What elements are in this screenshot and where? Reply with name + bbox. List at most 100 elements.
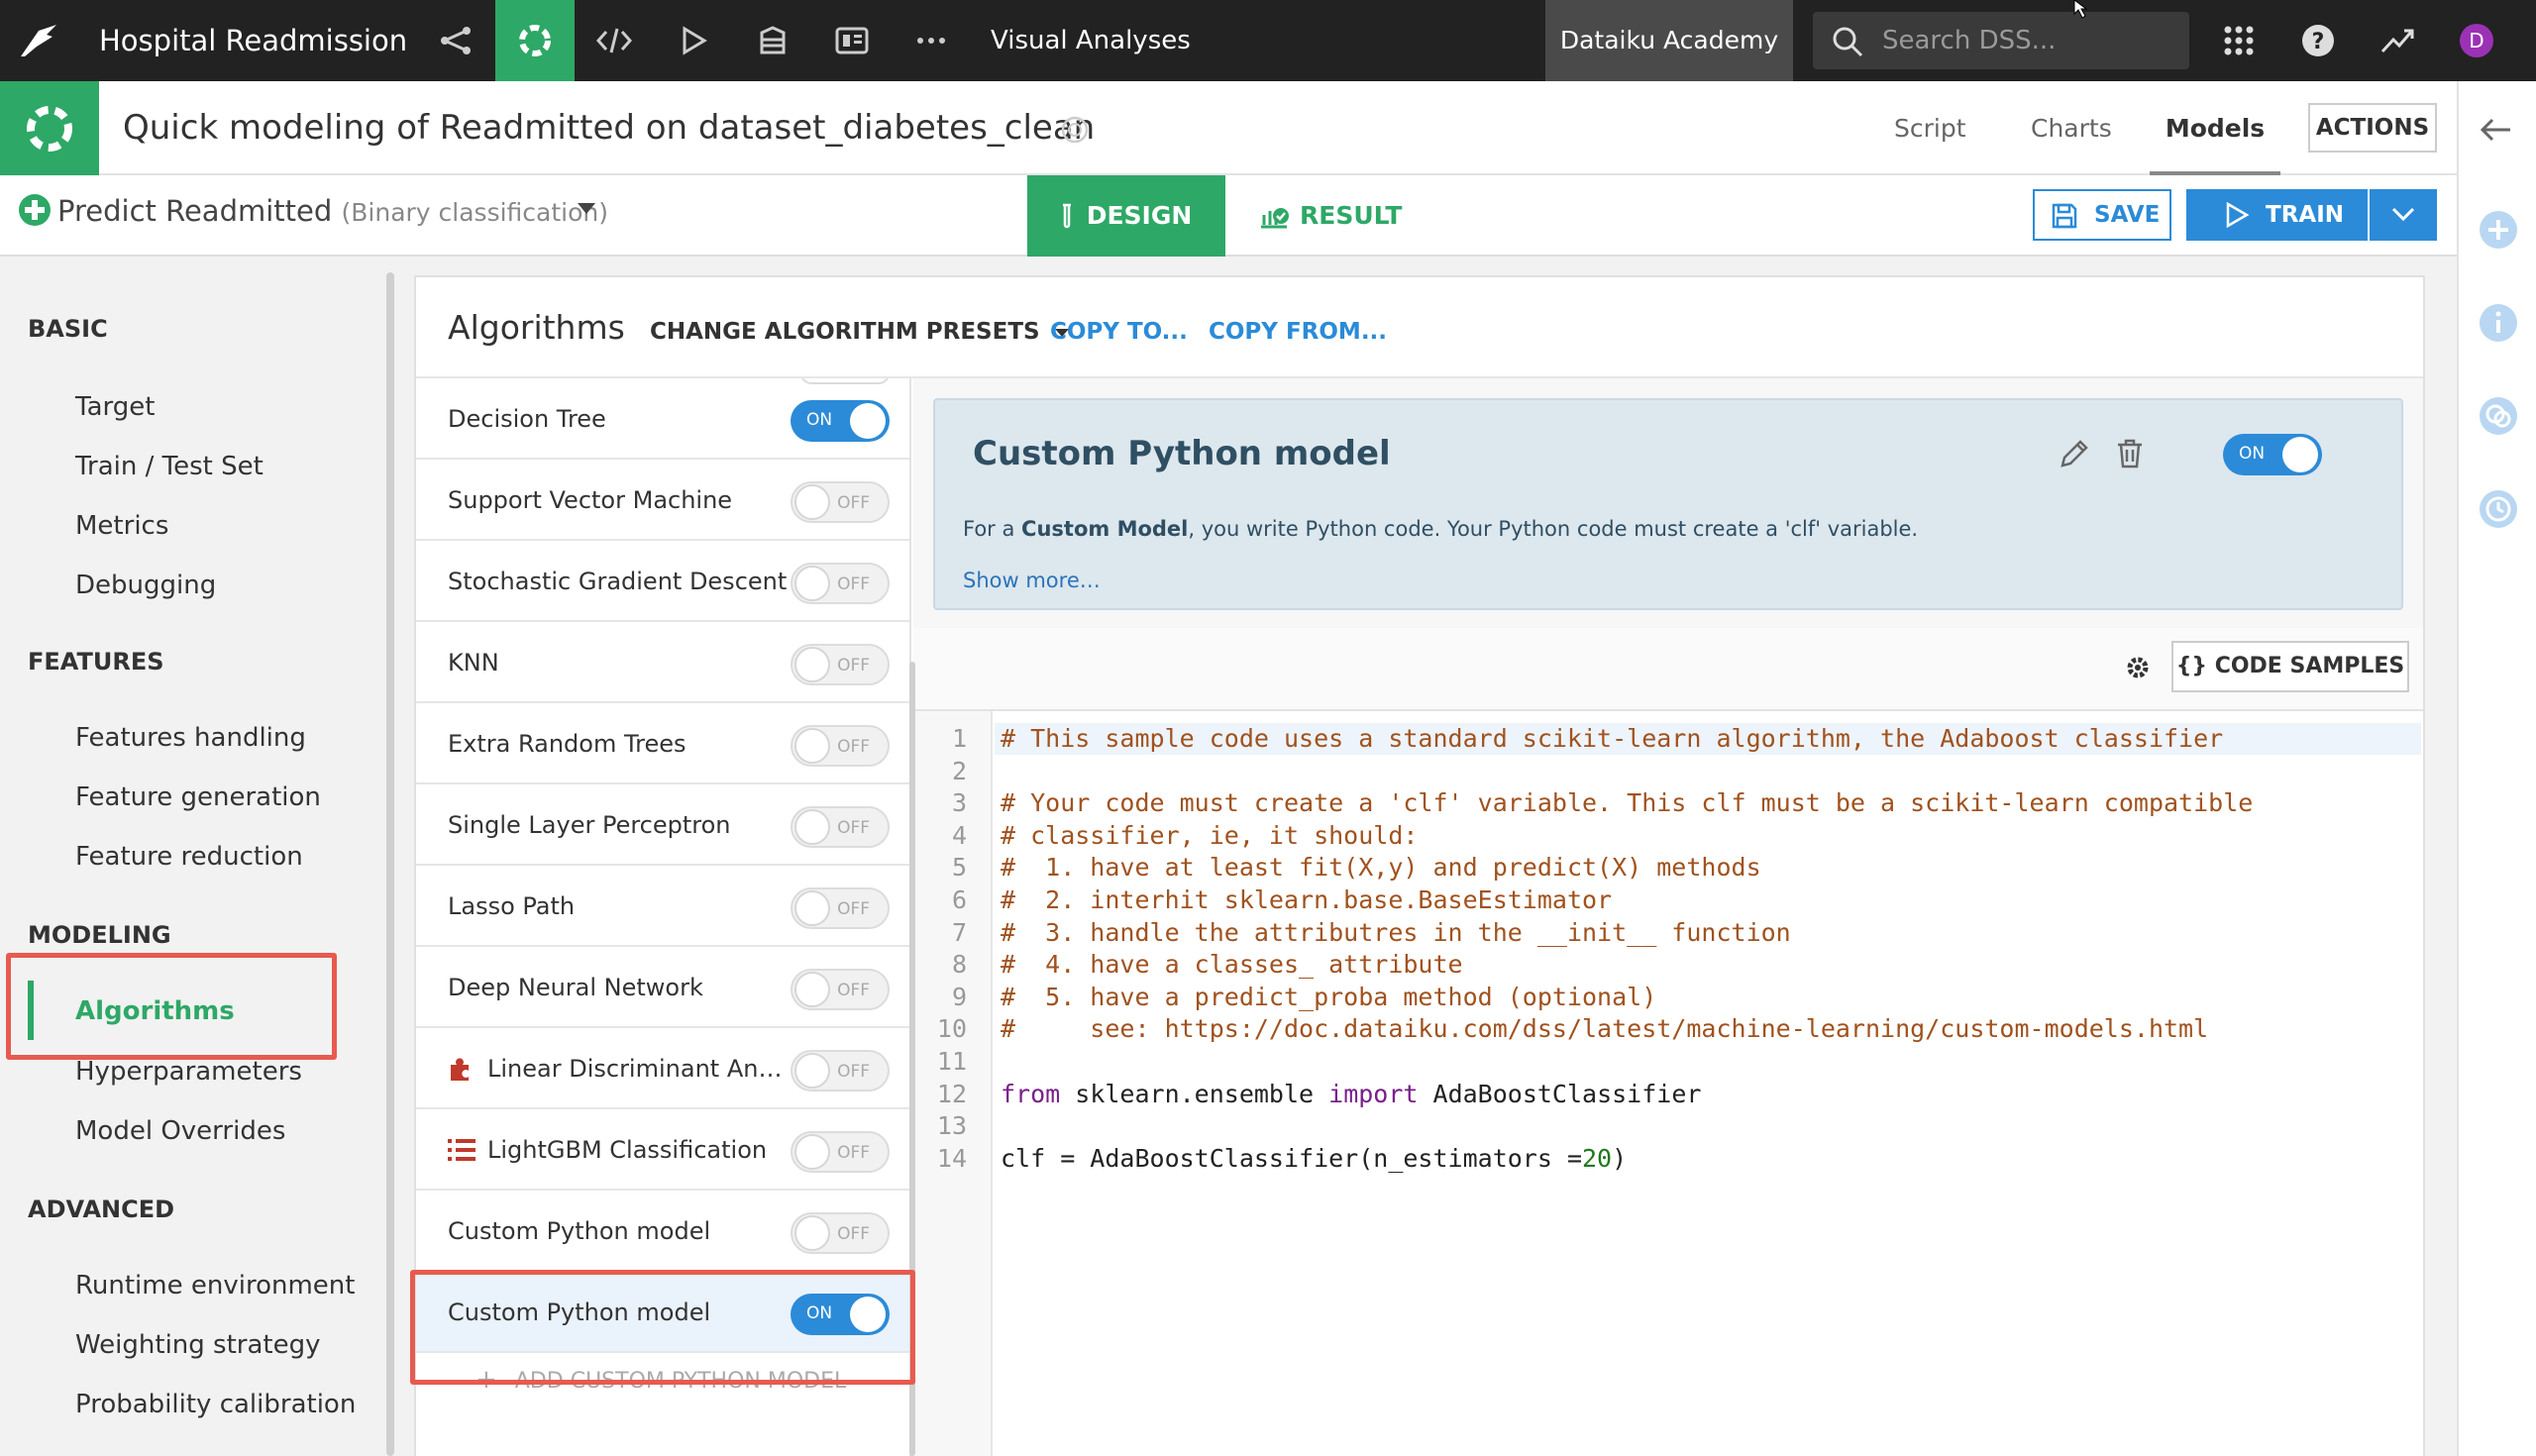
- task-selector[interactable]: Predict Readmitted (Binary classificatio…: [57, 175, 608, 247]
- sidebar-scrollbar[interactable]: [386, 272, 394, 1456]
- code-line[interactable]: clf = AdaBoostClassifier(n_estimators =2…: [1001, 1143, 1627, 1175]
- project-name[interactable]: Hospital Readmission: [99, 0, 407, 81]
- code-line[interactable]: # 1. have at least fit(X,y) and predict(…: [1001, 852, 1761, 884]
- change-presets-dropdown[interactable]: CHANGE ALGORITHM PRESETS: [650, 277, 1070, 386]
- list-item[interactable]: Single Layer Perceptron OFF: [416, 784, 909, 866]
- search-icon: [1831, 25, 1864, 58]
- code-icon[interactable]: [575, 0, 654, 81]
- info-icon[interactable]: [2479, 303, 2518, 343]
- algorithm-toggle[interactable]: OFF: [791, 644, 890, 685]
- sidebar-item-probability-calibration[interactable]: Probability calibration: [75, 1390, 356, 1419]
- sidebar-item-target[interactable]: Target: [75, 392, 155, 422]
- show-more-link[interactable]: Show more…: [963, 569, 1101, 592]
- history-icon[interactable]: [2479, 489, 2518, 529]
- tab-charts[interactable]: Charts: [2031, 81, 2112, 175]
- avatar[interactable]: D: [2437, 0, 2516, 81]
- tab-design[interactable]: DESIGN: [1027, 175, 1225, 257]
- sidebar-item-feature-generation[interactable]: Feature generation: [75, 782, 321, 812]
- run-icon[interactable]: [654, 0, 733, 81]
- dataiku-bird-logo-icon[interactable]: [0, 0, 79, 81]
- section-advanced: ADVANCED: [28, 1196, 175, 1223]
- code-line[interactable]: # 4. have a classes_ attribute: [1001, 949, 1463, 981]
- code-line[interactable]: # 3. handle the attributres in the __ini…: [1001, 917, 1791, 949]
- algorithm-enable-toggle[interactable]: ON: [2223, 434, 2322, 475]
- trending-icon[interactable]: [2358, 0, 2437, 81]
- algorithm-info-box: Custom Python model ON For a Custom Mode…: [933, 398, 2403, 610]
- flow-icon[interactable]: [416, 0, 495, 81]
- algorithm-toggle[interactable]: OFF: [791, 969, 890, 1010]
- sidebar-item-runtime-environment[interactable]: Runtime environment: [75, 1271, 355, 1300]
- code-line[interactable]: from sklearn.ensemble import AdaBoostCla…: [1001, 1079, 1701, 1110]
- algorithm-toggle[interactable]: OFF: [791, 1212, 890, 1254]
- algorithm-toggle[interactable]: OFF: [791, 1131, 890, 1173]
- algorithm-toggle[interactable]: OFF: [791, 1050, 890, 1092]
- code-line[interactable]: # classifier, ie, it should:: [1001, 820, 1418, 852]
- list-item[interactable]: Decision Tree ON: [416, 378, 909, 460]
- sidebar-item-weighting-strategy[interactable]: Weighting strategy: [75, 1330, 321, 1360]
- sidebar-item-hyperparameters[interactable]: Hyperparameters: [75, 1057, 302, 1087]
- section-modeling: MODELING: [28, 921, 171, 949]
- code-line[interactable]: # This sample code uses a standard sciki…: [1001, 723, 2223, 755]
- list-item[interactable]: KNN OFF: [416, 622, 909, 703]
- algorithm-toggle[interactable]: OFF: [791, 806, 890, 848]
- code-line[interactable]: # see: https://doc.dataiku.com/dss/lates…: [1001, 1013, 2208, 1045]
- list-item[interactable]: Support Vector Machine OFF: [416, 460, 909, 541]
- gear-icon[interactable]: [2124, 654, 2152, 681]
- code-line[interactable]: # 5. have a predict_proba method (option…: [1001, 982, 1656, 1013]
- algorithm-title: Custom Python model: [973, 434, 1391, 473]
- algorithm-toggle[interactable]: OFF: [791, 481, 890, 523]
- sidebar-item-debugging[interactable]: Debugging: [75, 571, 216, 600]
- tab-models[interactable]: Models: [2150, 81, 2280, 175]
- help-icon[interactable]: ?: [2278, 0, 2358, 81]
- list-item[interactable]: Custom Python model OFF: [416, 1191, 909, 1272]
- code-toolbar: {} CODE SAMPLES: [913, 628, 2423, 709]
- train-button[interactable]: TRAIN: [2186, 189, 2368, 241]
- line-number: 1: [951, 724, 967, 753]
- search-box[interactable]: [1813, 12, 2189, 69]
- algorithm-toggle[interactable]: OFF: [791, 887, 890, 929]
- sidebar-item-model-overrides[interactable]: Model Overrides: [75, 1116, 285, 1146]
- list-item[interactable]: LightGBM Classification OFF: [416, 1109, 909, 1191]
- academy-link[interactable]: Dataiku Academy: [1545, 0, 1793, 81]
- edit-icon[interactable]: [2059, 438, 2090, 469]
- dashboard-icon[interactable]: [812, 0, 892, 81]
- actions-button[interactable]: ACTIONS: [2308, 103, 2437, 153]
- train-options-button[interactable]: [2370, 189, 2437, 241]
- list-item[interactable]: Lasso Path OFF: [416, 866, 909, 947]
- trash-icon[interactable]: [2114, 438, 2146, 469]
- code-editor[interactable]: 1 2 3 4 5 6 7 8 9 10 11 12 13 14 # This sample code u…: [913, 709, 2423, 1456]
- add-icon[interactable]: [2479, 210, 2518, 250]
- algorithm-toggle[interactable]: OFF: [791, 563, 890, 604]
- list-item[interactable]: Linear Discriminant An… OFF: [416, 1028, 909, 1109]
- lab-icon[interactable]: [495, 0, 575, 81]
- list-item[interactable]: Stochastic Gradient Descent OFF: [416, 541, 909, 622]
- collapse-arrow-icon[interactable]: [2479, 117, 2512, 143]
- code-line[interactable]: # 2. interhit sklearn.base.BaseEstimator: [1001, 884, 1612, 916]
- code-samples-button[interactable]: {} CODE SAMPLES: [2171, 641, 2409, 692]
- chevron-down-icon[interactable]: [577, 201, 596, 215]
- algorithm-toggle[interactable]: OFF: [791, 725, 890, 767]
- line-number: 8: [951, 950, 967, 980]
- copy-from-link[interactable]: COPY FROM...: [1209, 277, 1387, 386]
- line-number: 4: [951, 820, 967, 850]
- search-input[interactable]: [1882, 12, 2179, 69]
- datasets-icon[interactable]: [733, 0, 812, 81]
- list-item[interactable]: Extra Random Trees OFF: [416, 703, 909, 784]
- tab-result[interactable]: RESULT: [1258, 175, 1417, 257]
- algorithm-toggle[interactable]: ON: [791, 400, 890, 442]
- save-button[interactable]: SAVE: [2033, 189, 2171, 241]
- design-sidebar: BASIC Target Train / Test Set Metrics De…: [0, 257, 396, 1456]
- list-item[interactable]: Deep Neural Network OFF: [416, 947, 909, 1028]
- copy-to-link[interactable]: COPY TO...: [1050, 277, 1188, 386]
- sidebar-item-feature-reduction[interactable]: Feature reduction: [75, 842, 303, 872]
- sidebar-item-features-handling[interactable]: Features handling: [75, 723, 306, 753]
- right-rail: [2457, 81, 2536, 1456]
- tab-script[interactable]: Script: [1894, 81, 1966, 175]
- sidebar-item-train-test-set[interactable]: Train / Test Set: [75, 452, 264, 481]
- more-icon[interactable]: [892, 0, 971, 81]
- sidebar-item-metrics[interactable]: Metrics: [75, 511, 168, 541]
- algorithm-name: Linear Discriminant An…: [487, 1055, 783, 1083]
- code-line[interactable]: # Your code must create a 'clf' variable…: [1001, 787, 2253, 819]
- discussion-icon[interactable]: [2479, 396, 2518, 436]
- apps-grid-icon[interactable]: [2199, 0, 2278, 81]
